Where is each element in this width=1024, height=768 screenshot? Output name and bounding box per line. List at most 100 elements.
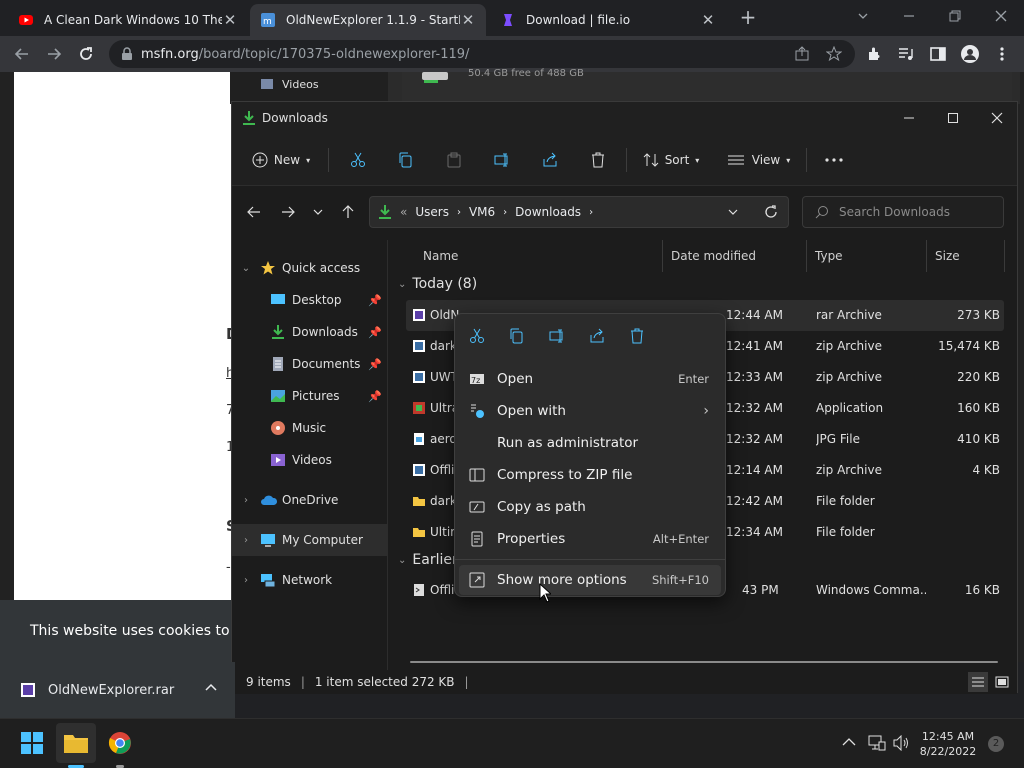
copy-icon <box>398 152 414 168</box>
column-size[interactable]: Size <box>927 240 1005 272</box>
address-row: « Users › VM6 › Downloads › Search Downl… <box>232 186 1017 240</box>
ctx-show-more-options[interactable]: Show more options Shift+F10 <box>459 565 721 595</box>
nav-pictures[interactable]: Pictures 📌 <box>232 380 388 412</box>
recent-locations-button[interactable] <box>306 200 330 224</box>
breadcrumb-downloads[interactable]: Downloads <box>515 205 581 219</box>
more-options-button[interactable] <box>818 144 850 176</box>
breadcrumb-overflow[interactable]: « <box>400 205 407 219</box>
share-button[interactable] <box>534 144 566 176</box>
new-tab-button[interactable]: + <box>736 6 760 30</box>
copy-button[interactable] <box>390 144 422 176</box>
nav-desktop[interactable]: Desktop 📌 <box>232 284 388 316</box>
refresh-icon[interactable] <box>764 205 778 219</box>
network-tray-icon[interactable] <box>868 735 886 751</box>
zip-file-icon <box>412 339 426 353</box>
nav-videos[interactable]: Videos <box>232 444 388 476</box>
chrome-taskbar-button[interactable] <box>100 723 140 763</box>
ctx-copy-button[interactable] <box>501 324 533 348</box>
details-view-button[interactable] <box>968 672 988 692</box>
new-button[interactable]: New ▾ <box>246 144 316 176</box>
delete-button[interactable] <box>582 144 614 176</box>
volume-icon[interactable] <box>893 735 911 751</box>
ctx-label: Open with <box>497 403 566 419</box>
ctx-share-button[interactable] <box>581 324 613 348</box>
breadcrumb-vm6[interactable]: VM6 <box>469 205 495 219</box>
start-button[interactable] <box>12 723 52 763</box>
chevron-up-icon[interactable] <box>205 682 217 692</box>
tab-youtube[interactable]: A Clean Dark Windows 10 Theme ✕ <box>8 4 248 36</box>
ctx-delete-button[interactable] <box>621 324 653 348</box>
ctx-compress-zip[interactable]: Compress to ZIP file <box>459 460 721 490</box>
close-icon[interactable]: ✕ <box>700 11 716 29</box>
ctx-open-with[interactable]: Open with › <box>459 396 721 426</box>
maximize-button[interactable] <box>932 102 974 134</box>
chevron-down-icon[interactable] <box>728 207 738 217</box>
column-type[interactable]: Type <box>807 240 927 272</box>
item-count: 9 items <box>246 675 291 689</box>
explorer-titlebar: Downloads <box>232 102 1017 134</box>
nav-downloads[interactable]: Downloads 📌 <box>232 316 388 348</box>
nav-onedrive[interactable]: › OneDrive <box>232 484 388 516</box>
ctx-run-as-admin[interactable]: Run as administrator <box>459 428 721 458</box>
search-input[interactable]: Search Downloads <box>802 196 1004 228</box>
star-icon[interactable] <box>822 42 846 66</box>
paste-button[interactable] <box>438 144 470 176</box>
side-panel-icon[interactable] <box>926 42 950 66</box>
close-window-button[interactable] <box>978 0 1024 32</box>
notification-badge[interactable]: 2 <box>988 736 1004 752</box>
minimize-button[interactable] <box>888 102 930 134</box>
column-name[interactable]: Name <box>415 240 663 272</box>
nav-documents[interactable]: Documents 📌 <box>232 348 388 380</box>
extensions-icon[interactable] <box>862 42 886 66</box>
chevron-up-icon[interactable] <box>842 737 856 747</box>
address-bar[interactable]: msfn.org/board/topic/170375-oldnewexplor… <box>109 40 855 68</box>
file-explorer-taskbar-button[interactable] <box>56 723 96 763</box>
reload-button[interactable] <box>74 42 98 66</box>
back-button[interactable] <box>10 42 34 66</box>
tab-msfn[interactable]: m OldNewExplorer 1.1.9 - StartIsBack ✕ <box>250 4 486 36</box>
menu-icon[interactable] <box>990 42 1014 66</box>
close-icon[interactable]: ✕ <box>222 11 238 29</box>
up-button[interactable] <box>336 200 360 224</box>
share-icon[interactable] <box>790 42 814 66</box>
sort-button[interactable]: Sort ▾ <box>638 144 704 176</box>
view-button[interactable]: View ▾ <box>724 144 794 176</box>
forward-button[interactable] <box>42 42 66 66</box>
status-bar: 9 items | 1 item selected 272 KB | <box>232 670 1017 694</box>
horizontal-scrollbar[interactable] <box>410 661 998 663</box>
nav-quick-access[interactable]: ⌄ Quick access <box>232 252 388 284</box>
group-today[interactable]: ⌄ Today (8) <box>398 276 477 292</box>
download-shelf[interactable]: OldNewExplorer.rar <box>0 662 235 718</box>
profile-avatar[interactable] <box>958 42 982 66</box>
nav-network[interactable]: › Network <box>232 564 388 596</box>
rar-file-icon <box>20 682 36 698</box>
tab-fileio[interactable]: Download | file.io ✕ <box>490 4 726 36</box>
ctx-rename-button[interactable] <box>541 324 573 348</box>
ctx-properties[interactable]: Properties Alt+Enter <box>459 524 721 554</box>
rename-button[interactable] <box>486 144 518 176</box>
nav-music[interactable]: Music <box>232 412 388 444</box>
back-button[interactable] <box>242 200 266 224</box>
ctx-shortcut: Enter <box>678 372 709 386</box>
media-icon[interactable] <box>894 42 918 66</box>
ctx-copy-as-path[interactable]: Copy as path <box>459 492 721 522</box>
close-icon[interactable]: ✕ <box>460 11 476 29</box>
restore-button[interactable] <box>932 0 978 32</box>
group-earlier[interactable]: ⌄ Earlier <box>398 552 458 568</box>
svg-text:7z: 7z <box>471 376 480 385</box>
tiles-view-button[interactable] <box>992 672 1012 692</box>
ctx-cut-button[interactable] <box>461 324 493 348</box>
clock[interactable]: 12:45 AM 8/22/2022 <box>918 729 978 759</box>
chevron-right-icon: › <box>244 574 248 586</box>
path-bar[interactable]: « Users › VM6 › Downloads › <box>369 196 789 228</box>
column-date-modified[interactable]: Date modified <box>663 240 807 272</box>
breadcrumb-users[interactable]: Users <box>415 205 449 219</box>
forward-button[interactable] <box>276 200 300 224</box>
ctx-open[interactable]: 7z Open Enter <box>459 364 721 394</box>
minimize-button[interactable] <box>886 0 932 32</box>
cut-button[interactable] <box>342 144 374 176</box>
close-button[interactable] <box>976 102 1018 134</box>
drive-free-space: 50.4 GB free of 488 GB <box>468 68 584 79</box>
chevron-down-icon[interactable] <box>840 0 886 32</box>
nav-my-computer[interactable]: › My Computer <box>232 524 388 556</box>
